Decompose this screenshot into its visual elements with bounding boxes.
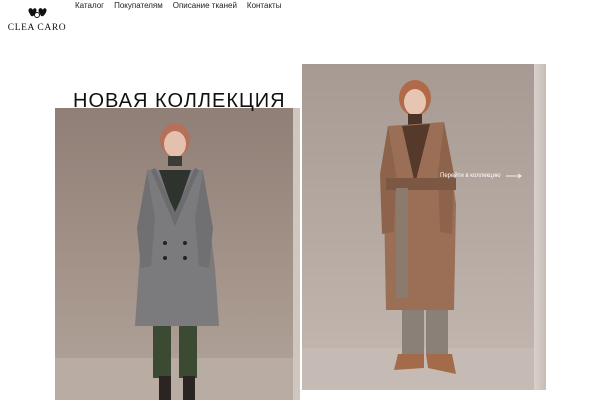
hero-photo-camel-coat[interactable] xyxy=(302,64,534,390)
brand-name: CLEA CARO xyxy=(7,23,67,33)
photo-right-backdrop-edge xyxy=(534,64,546,390)
model-grey-coat-illustration xyxy=(55,123,293,400)
nav-item-customers[interactable]: Покупателям xyxy=(114,1,163,10)
photo-left-backdrop-edge xyxy=(293,108,300,400)
arrow-right-icon xyxy=(506,173,523,179)
model-camel-coat-illustration xyxy=(302,80,534,390)
nav-item-catalog[interactable]: Каталог xyxy=(75,1,104,10)
main-nav: Каталог Покупателям Описание тканей Конт… xyxy=(75,1,281,10)
go-to-collection-link[interactable]: Перейти в коллекцию xyxy=(440,173,523,179)
hero-photo-grey-coat[interactable] xyxy=(55,108,293,400)
cta-label: Перейти в коллекцию xyxy=(440,173,501,179)
nav-item-fabrics[interactable]: Описание тканей xyxy=(173,1,237,10)
nav-item-contacts[interactable]: Контакты xyxy=(247,1,282,10)
brand-logo[interactable]: CLEA CARO xyxy=(6,6,68,34)
hero-title: НОВАЯ КОЛЛЕКЦИЯ xyxy=(73,90,286,112)
logo-emblem-icon xyxy=(28,8,47,18)
